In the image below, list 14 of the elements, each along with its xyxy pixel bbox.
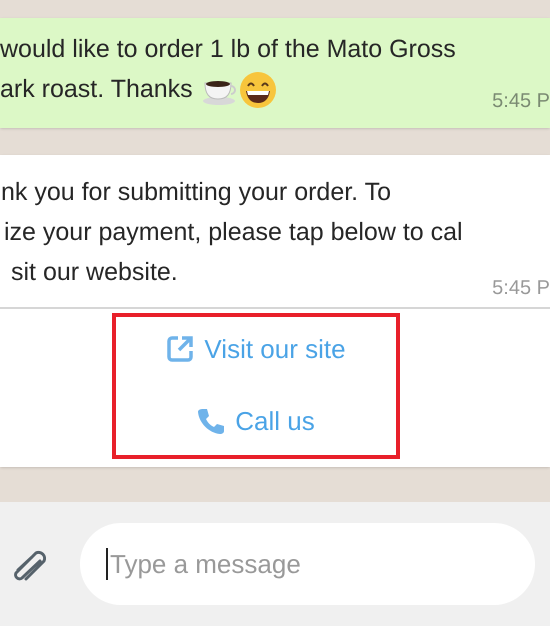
message-input-field[interactable]: Type a message (80, 523, 535, 605)
message-text: sit our website. (10, 257, 178, 288)
message-text: would like to order 1 lb of the Mato Gross (0, 34, 456, 66)
grinning-face-icon (238, 71, 277, 109)
timestamp: 5:45 P (492, 89, 550, 114)
message-text: ark roast. Thanks (0, 74, 193, 106)
message-text: ize your payment, please tap below to cal (3, 217, 463, 248)
call-link[interactable]: Call us (197, 401, 315, 441)
text-cursor (106, 548, 108, 580)
phone-icon (197, 407, 226, 435)
website-link[interactable]: Visit our site (166, 329, 346, 369)
timestamp: 5:45 P (492, 276, 550, 301)
external-link-icon (166, 335, 194, 363)
message-text: nk you for submitting your order. To (0, 177, 392, 208)
